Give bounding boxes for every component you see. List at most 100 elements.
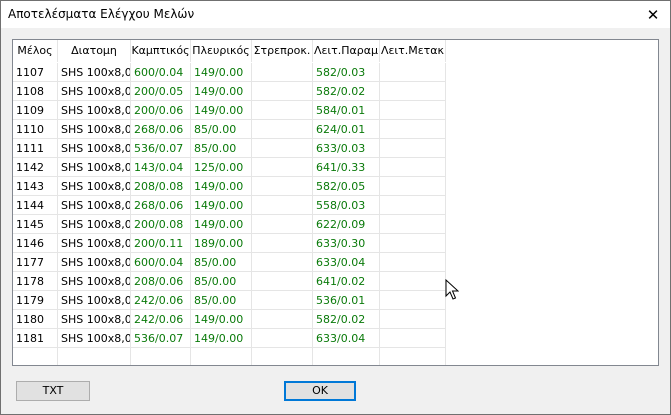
table-cell: 600/0.04	[131, 63, 191, 82]
table-cell	[380, 272, 446, 291]
table-cell: SHS 100x8,0	[58, 177, 131, 196]
table-cell: 1179	[13, 291, 58, 310]
table-cell: 1177	[13, 253, 58, 272]
table-cell: 149/0.00	[191, 215, 252, 234]
column-header[interactable]: Στρεπροκ.	[252, 40, 313, 62]
table-cell: 582/0.05	[313, 177, 380, 196]
table-cell	[252, 253, 313, 272]
table-cell: 143/0.04	[131, 158, 191, 177]
table-cell	[252, 234, 313, 253]
table-cell	[380, 158, 446, 177]
table-cell	[252, 196, 313, 215]
table-row[interactable]: 1181 SHS 100x8,0 536/0.07 149/0.00 633/0.04	[13, 329, 658, 348]
table-row[interactable]: 1107 SHS 100x8,0 600/0.04 149/0.00 582/0.03	[13, 63, 658, 82]
table-cell	[380, 177, 446, 196]
table-cell: 641/0.33	[313, 158, 380, 177]
table-cell	[380, 215, 446, 234]
close-button[interactable]: ✕	[636, 1, 670, 28]
txt-button[interactable]: TXT	[16, 381, 90, 401]
table-row[interactable]: 1177 SHS 100x8,0 600/0.04 85/0.00 633/0.04	[13, 253, 658, 272]
table-cell	[380, 82, 446, 101]
table-cell	[252, 272, 313, 291]
table-cell: SHS 100x8,0	[58, 82, 131, 101]
table-cell: 641/0.02	[313, 272, 380, 291]
table-cell: SHS 100x8,0	[58, 272, 131, 291]
table-row[interactable]: 1146 SHS 100x8,0 200/0.11 189/0.00 633/0.30	[13, 234, 658, 253]
table-cell: 149/0.00	[191, 329, 252, 348]
table-cell	[380, 253, 446, 272]
column-header[interactable]: Διατομη	[58, 40, 131, 62]
table-row[interactable]: 1145 SHS 100x8,0 200/0.08 149/0.00 622/0.09	[13, 215, 658, 234]
table-cell: 200/0.06	[131, 101, 191, 120]
table-cell: 624/0.01	[313, 120, 380, 139]
table-cell	[252, 120, 313, 139]
table-row[interactable]: 1143 SHS 100x8,0 208/0.08 149/0.00 582/0.05	[13, 177, 658, 196]
table-row[interactable]: 1110 SHS 100x8,0 268/0.06 85/0.00 624/0.01	[13, 120, 658, 139]
table-cell: 149/0.00	[191, 63, 252, 82]
table-cell: SHS 100x8,0	[58, 120, 131, 139]
table-cell: 200/0.05	[131, 82, 191, 101]
table-cell	[380, 120, 446, 139]
table-cell: 633/0.03	[313, 139, 380, 158]
grid-line	[251, 348, 252, 365]
table-cell: 268/0.06	[131, 120, 191, 139]
grid-line	[57, 348, 58, 365]
table-row[interactable]: 1144 SHS 100x8,0 268/0.06 149/0.00 558/0.03	[13, 196, 658, 215]
table-cell	[252, 63, 313, 82]
table-cell: 1108	[13, 82, 58, 101]
table-row[interactable]: 1178 SHS 100x8,0 208/0.06 85/0.00 641/0.02	[13, 272, 658, 291]
table-cell: 1111	[13, 139, 58, 158]
table-cell	[380, 196, 446, 215]
column-header[interactable]: Μέλος	[13, 40, 58, 62]
mouse-cursor-icon	[445, 279, 459, 300]
table-cell: SHS 100x8,0	[58, 253, 131, 272]
column-header[interactable]: Καμπτικός	[131, 40, 191, 62]
table-cell: 208/0.06	[131, 272, 191, 291]
table-cell: 1143	[13, 177, 58, 196]
table-cell: 242/0.06	[131, 291, 191, 310]
grid-line	[312, 348, 313, 365]
table-row[interactable]: 1142 SHS 100x8,0 143/0.04 125/0.00 641/0.33	[13, 158, 658, 177]
results-list[interactable]: Μέλος Διατομη Καμπτικός Πλευρικός Στρεπροκ. Λ…	[12, 39, 659, 366]
table-row[interactable]: 1108 SHS 100x8,0 200/0.05 149/0.00 582/0.02	[13, 82, 658, 101]
table-cell: SHS 100x8,0	[58, 234, 131, 253]
table-cell: 1107	[13, 63, 58, 82]
table-cell: 622/0.09	[313, 215, 380, 234]
table-cell: 200/0.08	[131, 215, 191, 234]
table-cell: 584/0.01	[313, 101, 380, 120]
table-cell: 1146	[13, 234, 58, 253]
table-cell: 208/0.08	[131, 177, 191, 196]
table-cell: 582/0.02	[313, 82, 380, 101]
column-header[interactable]: Λειτ.Μετακ	[380, 40, 446, 62]
column-header[interactable]: Λειτ.Παραμ	[313, 40, 380, 62]
table-cell: 1145	[13, 215, 58, 234]
table-cell: SHS 100x8,0	[58, 329, 131, 348]
table-cell: SHS 100x8,0	[58, 215, 131, 234]
table-row[interactable]: 1109 SHS 100x8,0 200/0.06 149/0.00 584/0.01	[13, 101, 658, 120]
table-cell: 149/0.00	[191, 310, 252, 329]
table-row[interactable]: 1179 SHS 100x8,0 242/0.06 85/0.00 536/0.01	[13, 291, 658, 310]
table-cell: 125/0.00	[191, 158, 252, 177]
title-bar: Αποτελέσματα Ελέγχου Μελών ✕	[1, 1, 670, 28]
grid-line	[130, 348, 131, 365]
table-cell: 558/0.03	[313, 196, 380, 215]
close-icon: ✕	[646, 5, 660, 24]
table-cell: 536/0.07	[131, 139, 191, 158]
ok-button[interactable]: OK	[284, 381, 356, 401]
list-header: Μέλος Διατομη Καμπτικός Πλευρικός Στρεπροκ. Λ…	[13, 40, 658, 62]
table-row[interactable]: 1180 SHS 100x8,0 242/0.06 149/0.00 582/0.02	[13, 310, 658, 329]
table-row[interactable]: 1111 SHS 100x8,0 536/0.07 85/0.00 633/0.03	[13, 139, 658, 158]
table-cell: 149/0.00	[191, 196, 252, 215]
table-cell	[252, 177, 313, 196]
results-dialog: Αποτελέσματα Ελέγχου Μελών ✕ Μέλος Διατομ…	[0, 0, 671, 415]
table-cell: 1144	[13, 196, 58, 215]
table-cell: 85/0.00	[191, 291, 252, 310]
table-cell	[252, 139, 313, 158]
table-cell	[380, 139, 446, 158]
table-cell: 536/0.01	[313, 291, 380, 310]
table-cell	[252, 158, 313, 177]
table-cell: SHS 100x8,0	[58, 101, 131, 120]
column-header[interactable]: Πλευρικός	[191, 40, 252, 62]
table-cell: SHS 100x8,0	[58, 291, 131, 310]
table-cell: 600/0.04	[131, 253, 191, 272]
